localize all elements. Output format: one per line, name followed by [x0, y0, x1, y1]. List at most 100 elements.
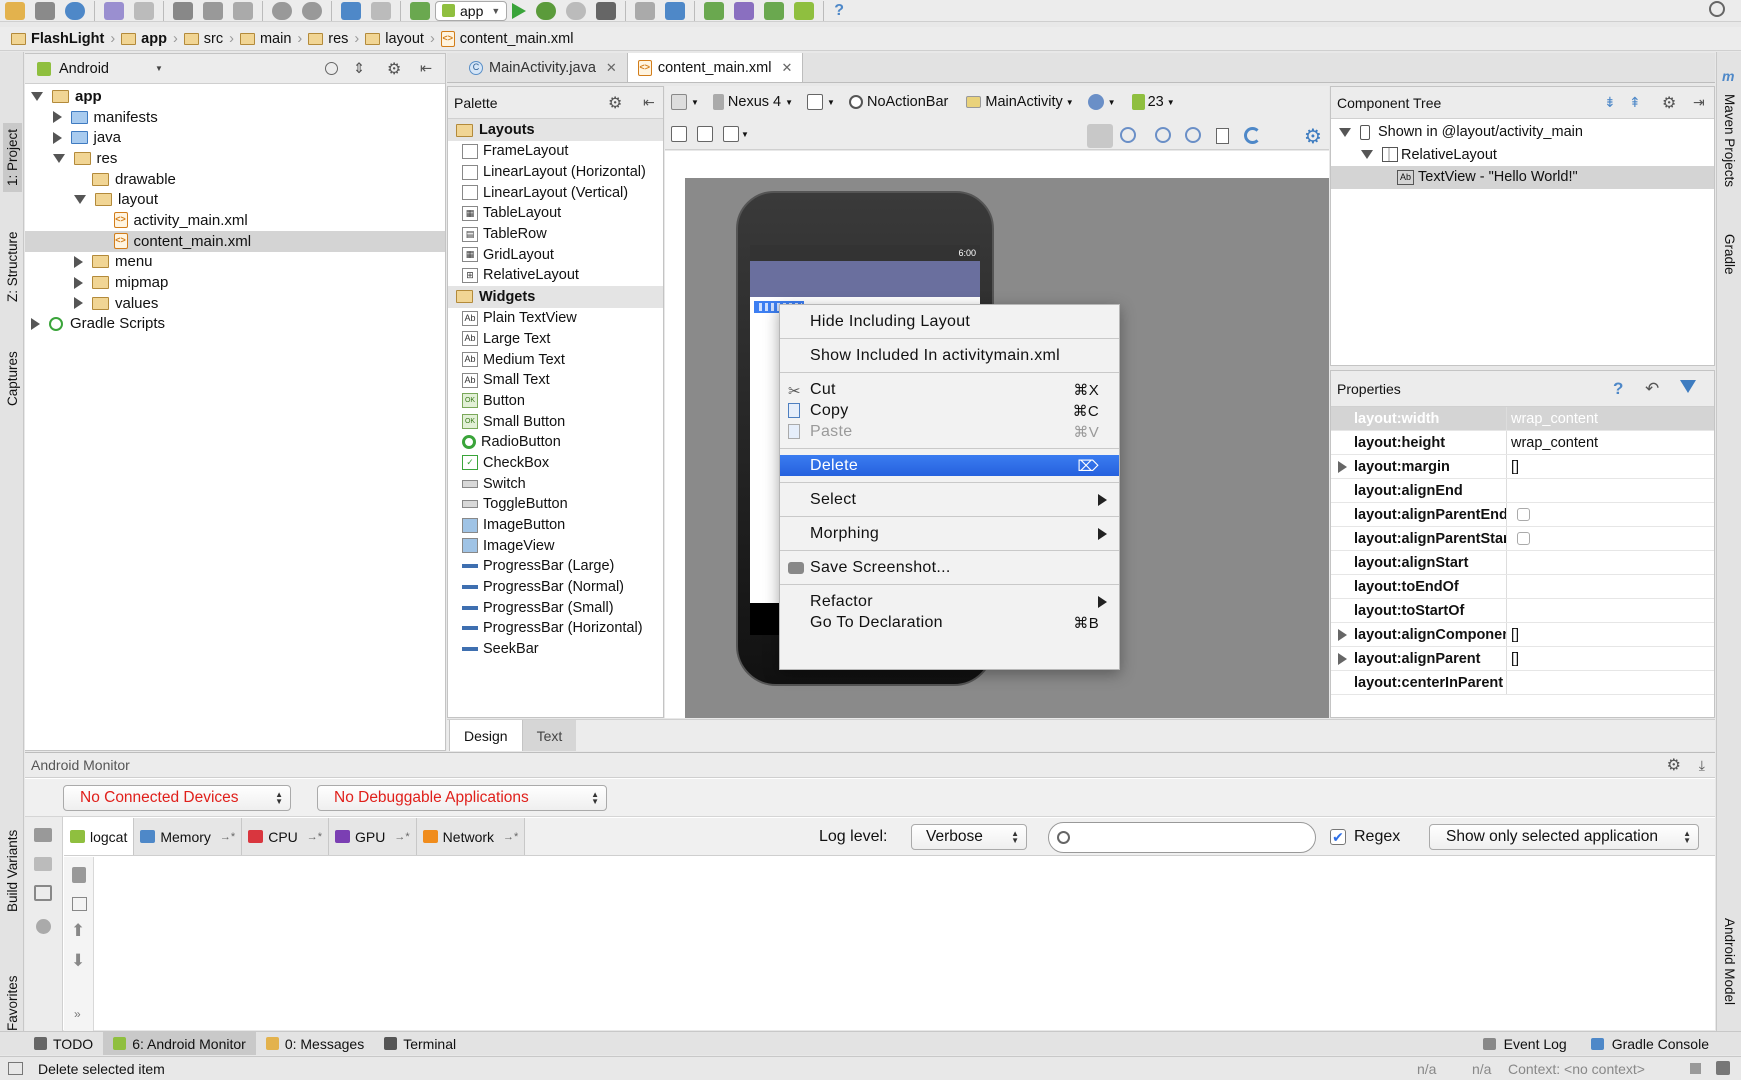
monitor-tab-network[interactable]: Network →* [416, 818, 526, 855]
expand-arrow-icon[interactable] [1338, 460, 1347, 473]
close-icon[interactable]: ✕ [606, 60, 617, 76]
gear-icon[interactable]: ⚙ [608, 93, 622, 113]
device-select[interactable]: Nexus 4 [728, 94, 781, 110]
clear-logcat-icon[interactable] [72, 867, 86, 883]
zoom-out-icon[interactable] [1185, 127, 1201, 143]
property-value[interactable] [1506, 599, 1714, 622]
palette-item[interactable]: ToggleButton [448, 494, 663, 515]
android-icon-2[interactable] [794, 1, 815, 20]
android-device-monitor-icon[interactable] [596, 1, 617, 20]
expand-arrow-icon[interactable] [1338, 652, 1347, 665]
palette-item[interactable]: Ab Large Text [448, 329, 663, 350]
property-row[interactable]: layout:alignParentStart [1331, 527, 1714, 551]
bottom-tool-tab-todo[interactable]: TODO [24, 1032, 103, 1055]
layout-variant-icon[interactable] [671, 94, 687, 110]
expanded-arrow-icon[interactable] [52, 153, 65, 163]
palette-group-header[interactable]: Widgets [448, 285, 663, 308]
collapse-all-icon[interactable]: ⇞ [1629, 94, 1641, 111]
tool-tab-gradle[interactable]: Gradle [1720, 230, 1739, 279]
collapsed-arrow-icon[interactable] [31, 317, 40, 330]
expanded-arrow-icon[interactable] [31, 91, 43, 101]
menu-item-paste[interactable]: Paste ⌘V [780, 421, 1119, 442]
collapsed-arrow-icon[interactable] [52, 111, 62, 124]
help-icon[interactable]: ? [834, 2, 844, 20]
terminate-icon[interactable] [36, 919, 51, 934]
hide-icon[interactable]: ⤓ [1699, 757, 1705, 774]
designer-tab[interactable]: Text [522, 720, 577, 751]
property-row[interactable]: layout:alignStart [1331, 551, 1714, 575]
down-arrow-icon[interactable]: ⬇ [71, 951, 85, 971]
cut-icon[interactable] [173, 1, 193, 20]
tool-tab-android-model[interactable]: Android Model [1720, 914, 1739, 1009]
expanded-arrow-icon[interactable] [1339, 127, 1351, 137]
status-toggle-icon[interactable] [8, 1062, 23, 1075]
property-value[interactable] [1506, 503, 1714, 526]
property-row[interactable]: layout:centerInParent [1331, 671, 1714, 695]
palette-item[interactable]: SeekBar [448, 639, 663, 660]
filter-icon[interactable] [1680, 380, 1696, 393]
tool-tab-build-variants[interactable]: Build Variants [3, 824, 22, 918]
palette-item[interactable]: Ab Medium Text [448, 349, 663, 370]
menu-item-go-to-declaration[interactable]: Go To Declaration ⌘B [780, 612, 1119, 633]
project-tree-item[interactable]: <> content_main.xml [25, 230, 445, 252]
expand-all-icon[interactable]: ⇟ [1604, 94, 1616, 111]
hide-icon[interactable]: ⇥ [1693, 94, 1705, 111]
breadcrumb-item[interactable]: res › [308, 31, 359, 47]
menu-item-copy[interactable]: Copy ⌘C [780, 400, 1119, 421]
find-icon[interactable] [272, 1, 292, 20]
pin-icon[interactable]: →* [220, 831, 235, 843]
property-row[interactable]: layout:alignEnd [1331, 479, 1714, 503]
breadcrumb-item[interactable]: src › [183, 31, 234, 47]
bottom-tool-tab-terminal[interactable]: Terminal [374, 1032, 466, 1055]
monitor-tab-cpu[interactable]: CPU →* [242, 818, 330, 855]
tool-tab-captures[interactable]: Captures [3, 345, 22, 412]
gear-icon[interactable]: ⚙ [387, 59, 401, 79]
zoom-in-icon[interactable] [1155, 127, 1171, 143]
property-row[interactable]: layout:toStartOf [1331, 599, 1714, 623]
event-icon[interactable] [1716, 1061, 1730, 1075]
palette-item[interactable]: Ab Small Text [448, 370, 663, 391]
project-tree-item[interactable]: values [25, 293, 445, 314]
menu-item-cut[interactable]: ✂ Cut ⌘X [780, 379, 1119, 401]
pin-icon[interactable]: →* [307, 831, 322, 843]
bottom-tool-tab-gradle-console[interactable]: Gradle Console [1579, 1032, 1721, 1055]
activity-icon[interactable] [966, 96, 982, 108]
palette-item[interactable]: RadioButton [448, 432, 663, 453]
tool-tab-structure[interactable]: Z: Structure [3, 225, 22, 308]
palette-item[interactable]: ProgressBar (Small) [448, 597, 663, 618]
property-row[interactable]: layout:height wrap_content [1331, 431, 1714, 455]
monitor-tab-memory[interactable]: Memory →* [134, 818, 243, 855]
menu-item-show-included-in-activitymain-xml[interactable]: Show Included In activitymain.xml [780, 345, 1119, 366]
hide-icon[interactable]: ⇤ [643, 94, 655, 111]
editor-tab[interactable]: C MainActivity.java ✕ [459, 53, 628, 82]
bottom-tool-tab-event-log[interactable]: Event Log [1471, 1032, 1579, 1055]
collapsed-arrow-icon[interactable] [74, 276, 83, 289]
tool-tab-maven[interactable]: Maven Projects [1720, 90, 1739, 191]
chevron-down-icon[interactable]: ▼ [155, 64, 163, 73]
paste-icon[interactable] [233, 1, 253, 20]
property-value[interactable]: [] [1506, 647, 1714, 670]
project-tree-item[interactable]: mipmap [25, 272, 445, 293]
settings-icon[interactable]: ⚙ [1304, 124, 1322, 149]
expanded-arrow-icon[interactable] [1361, 150, 1373, 160]
sdk-manager-icon[interactable] [665, 1, 686, 20]
component-tree-node[interactable]: RelativeLayout [1331, 144, 1714, 167]
close-icon[interactable]: ✕ [781, 60, 792, 76]
attach-debugger-icon[interactable] [566, 1, 587, 20]
project-tree-item[interactable]: Gradle Scripts [25, 314, 445, 335]
palette-item[interactable]: Ab Plain TextView [448, 308, 663, 329]
property-value[interactable] [1506, 671, 1714, 694]
globe-icon[interactable] [1087, 94, 1104, 110]
avd-manager-icon[interactable] [704, 1, 725, 20]
property-value[interactable]: [] [1506, 623, 1714, 646]
property-value[interactable]: wrap_content [1506, 407, 1714, 430]
property-value[interactable] [1506, 527, 1714, 550]
project-tree-item[interactable]: java [25, 127, 445, 148]
menu-item-select[interactable]: Select [780, 489, 1119, 510]
fit-width-icon[interactable] [671, 126, 687, 142]
menu-item-refactor[interactable]: Refactor [780, 591, 1119, 612]
palette-item[interactable]: Switch [448, 473, 663, 494]
palette-item[interactable]: ProgressBar (Large) [448, 556, 663, 577]
refresh-icon[interactable] [1244, 127, 1261, 144]
project-tree-item[interactable]: drawable [25, 169, 445, 190]
